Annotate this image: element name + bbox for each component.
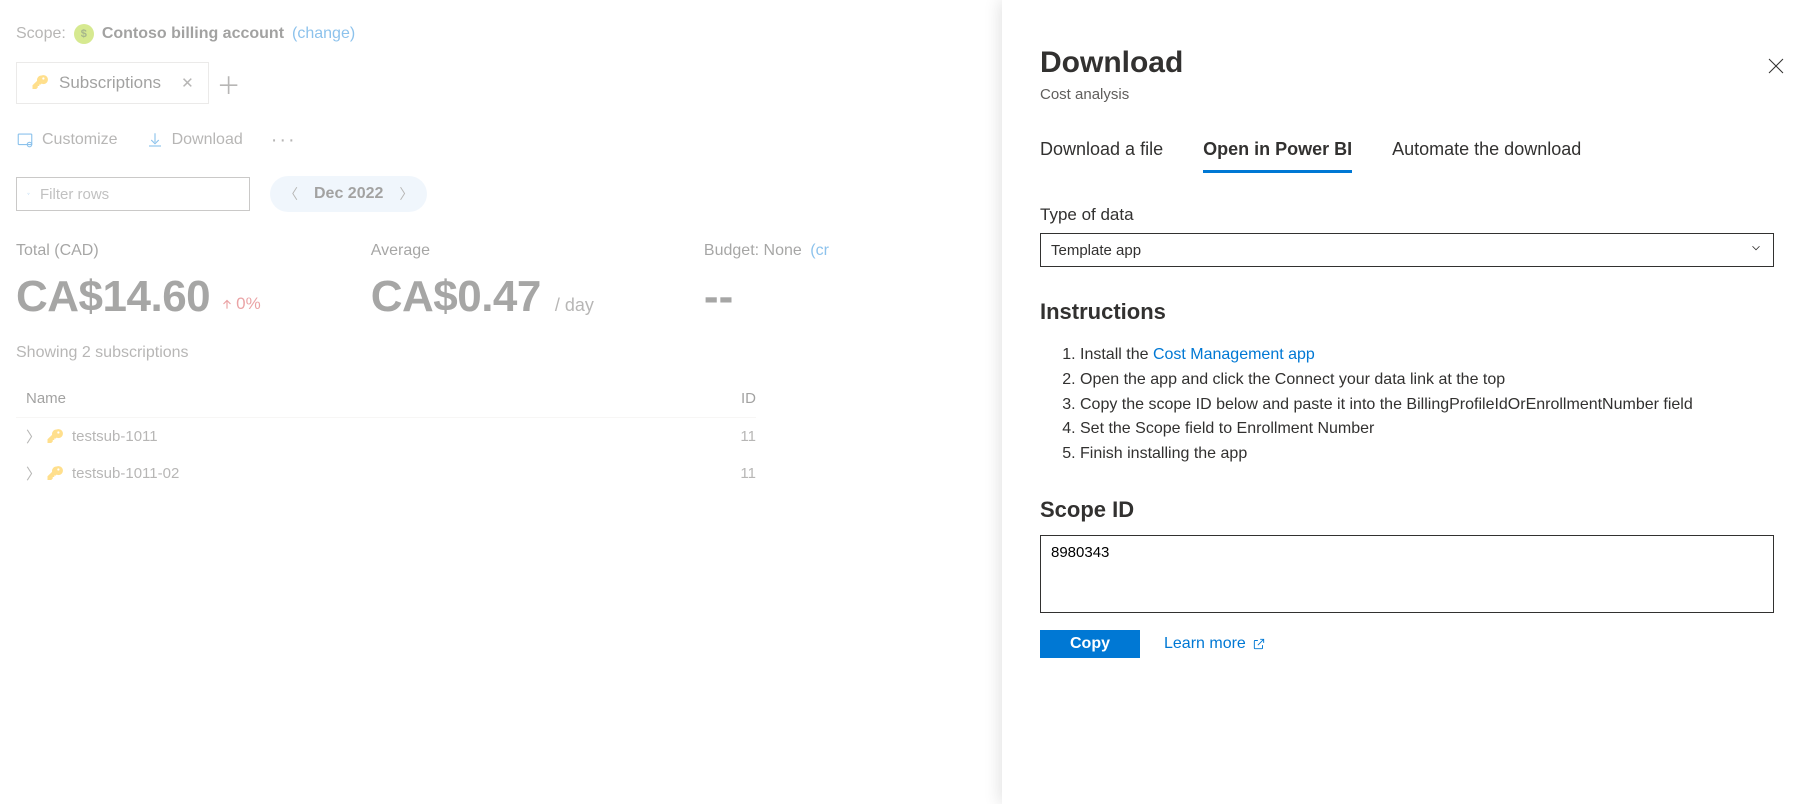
arrow-up-icon xyxy=(220,297,234,311)
metric-total-value: CA$14.60 xyxy=(16,272,210,322)
tab-download-file[interactable]: Download a file xyxy=(1040,139,1163,173)
table-row[interactable]: 〉 testsub-1011 11 xyxy=(16,418,756,455)
grid-header: Name ID xyxy=(16,382,756,418)
col-header-name[interactable]: Name xyxy=(26,390,716,407)
create-budget-link[interactable]: (cr xyxy=(810,242,829,259)
external-link-icon xyxy=(1252,637,1266,651)
row-name: testsub-1011-02 xyxy=(72,465,716,482)
customize-icon xyxy=(16,131,34,149)
scope-id-field[interactable] xyxy=(1040,535,1774,613)
metric-average: Average CA$0.47 / day xyxy=(371,242,594,322)
date-range-label[interactable]: Dec 2022 xyxy=(314,185,383,203)
metric-budget-label: Budget: None xyxy=(704,242,802,259)
panel-title: Download xyxy=(1040,46,1774,80)
close-panel-button[interactable] xyxy=(1766,56,1786,79)
tab-open-powerbi[interactable]: Open in Power BI xyxy=(1203,139,1352,173)
close-icon xyxy=(1766,56,1786,76)
type-of-data-select[interactable]: Template app xyxy=(1040,233,1774,267)
scope-name[interactable]: Contoso billing account xyxy=(102,25,284,43)
expand-row-icon[interactable]: 〉 xyxy=(26,426,46,447)
date-prev-button[interactable]: 〈 xyxy=(280,180,302,208)
view-tab-label: Subscriptions xyxy=(59,73,161,93)
add-view-tab[interactable]: ＋ xyxy=(209,66,249,101)
view-tab-subscriptions[interactable]: Subscriptions ✕ xyxy=(16,62,209,104)
instruction-step: Install the Cost Management app xyxy=(1080,343,1774,368)
scope-label: Scope: xyxy=(16,25,66,43)
row-id: 11 xyxy=(716,428,756,445)
metric-budget-value: -- xyxy=(704,272,733,322)
metric-budget: Budget: None (cr -- xyxy=(704,242,829,322)
billing-account-icon: $ xyxy=(74,24,94,44)
subscriptions-grid: Name ID 〉 testsub-1011 11 〉 testsub-1011… xyxy=(16,382,756,492)
filter-text-field[interactable] xyxy=(40,186,239,203)
key-icon xyxy=(31,74,49,92)
instruction-step: Set the Scope field to Enrollment Number xyxy=(1080,417,1774,442)
key-icon xyxy=(46,465,64,483)
type-of-data-value: Template app xyxy=(1051,242,1141,259)
expand-row-icon[interactable]: 〉 xyxy=(26,463,46,484)
chevron-down-icon xyxy=(1749,241,1763,259)
metric-total-label: Total (CAD) xyxy=(16,242,261,260)
row-name: testsub-1011 xyxy=(72,428,716,445)
scope-id-label: Scope ID xyxy=(1040,497,1774,523)
copy-button[interactable]: Copy xyxy=(1040,630,1140,658)
scope-change-link[interactable]: (change) xyxy=(292,25,355,43)
download-button[interactable]: Download xyxy=(146,131,243,149)
panel-tabs: Download a file Open in Power BI Automat… xyxy=(1040,139,1774,173)
close-tab-icon[interactable]: ✕ xyxy=(181,74,194,92)
col-header-id[interactable]: ID xyxy=(716,390,756,407)
download-icon xyxy=(146,131,164,149)
table-row[interactable]: 〉 testsub-1011-02 11 xyxy=(16,455,756,492)
metric-average-label: Average xyxy=(371,242,594,260)
row-id: 11 xyxy=(716,465,756,482)
metric-total: Total (CAD) CA$14.60 0% xyxy=(16,242,261,322)
tab-automate-download[interactable]: Automate the download xyxy=(1392,139,1581,173)
cost-management-app-link[interactable]: Cost Management app xyxy=(1153,346,1315,363)
date-next-button[interactable]: 〉 xyxy=(395,180,417,208)
type-of-data-label: Type of data xyxy=(1040,205,1774,225)
metric-average-value: CA$0.47 xyxy=(371,272,541,322)
subscription-key-icon xyxy=(46,465,72,483)
date-range-selector: 〈 Dec 2022 〉 xyxy=(270,176,427,212)
instructions-heading: Instructions xyxy=(1040,299,1774,325)
customize-button[interactable]: Customize xyxy=(16,131,118,149)
learn-more-link[interactable]: Learn more xyxy=(1164,635,1266,653)
download-panel: Download Cost analysis Download a file O… xyxy=(1002,0,1812,804)
filter-rows-input[interactable] xyxy=(16,177,250,211)
metric-total-delta: 0% xyxy=(220,294,261,314)
metric-average-unit: / day xyxy=(555,295,594,316)
subscription-key-icon xyxy=(46,428,72,446)
instruction-step: Finish installing the app xyxy=(1080,442,1774,467)
instruction-step: Open the app and click the Connect your … xyxy=(1080,368,1774,393)
more-actions-button[interactable]: ··· xyxy=(271,130,297,150)
instructions-list: Install the Cost Management app Open the… xyxy=(1040,343,1774,467)
instruction-step: Copy the scope ID below and paste it int… xyxy=(1080,393,1774,418)
filter-icon xyxy=(27,186,30,202)
key-icon xyxy=(46,428,64,446)
panel-subtitle: Cost analysis xyxy=(1040,86,1774,103)
panel-actions: Copy Learn more xyxy=(1040,630,1774,658)
